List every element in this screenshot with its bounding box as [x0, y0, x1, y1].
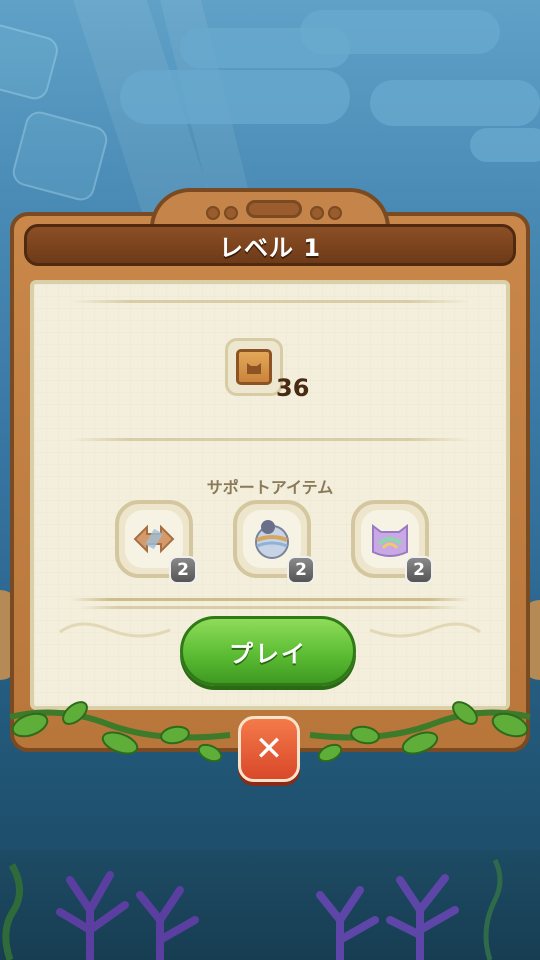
support-item-bomb-ball[interactable]: 2	[233, 500, 315, 584]
support-item-rainbow-cat[interactable]: 2	[351, 500, 433, 584]
bubble-gem	[0, 21, 62, 103]
goal-count: 36	[276, 374, 310, 402]
goal-tile	[225, 338, 283, 396]
divider	[70, 438, 470, 441]
level-title: レベル 1	[218, 233, 322, 262]
coral-left	[56, 871, 199, 960]
item-count-badge: 2	[405, 556, 433, 584]
close-icon: ✕	[254, 729, 284, 769]
crest-dot	[310, 206, 324, 220]
divider	[70, 598, 470, 601]
frame-crest	[150, 188, 390, 228]
support-items-label: サポートアイテム	[206, 478, 334, 497]
crest-dot	[224, 206, 238, 220]
divider	[80, 606, 460, 609]
cloud	[300, 10, 500, 54]
close-button[interactable]: ✕	[238, 716, 300, 782]
cloud	[470, 128, 540, 162]
play-button-label: プレイ	[229, 639, 307, 668]
game-scene: レベル 1 36 サポートアイテム 2 2 2 プレイ ✕	[0, 0, 540, 960]
divider	[70, 300, 470, 303]
wooden-crate-icon	[236, 349, 272, 385]
cloud	[370, 80, 540, 126]
crest-knob	[246, 200, 302, 218]
support-item-arrow-swap[interactable]: 2	[115, 500, 197, 584]
seaweed-left	[2, 863, 23, 960]
item-count-badge: 2	[169, 556, 197, 584]
crest-dot	[328, 206, 342, 220]
play-button[interactable]: プレイ	[180, 616, 356, 686]
cloud	[120, 70, 350, 124]
crest-dot	[206, 206, 220, 220]
title-bar: レベル 1	[24, 224, 516, 266]
item-count-badge: 2	[287, 556, 315, 584]
coral-right	[316, 858, 503, 960]
